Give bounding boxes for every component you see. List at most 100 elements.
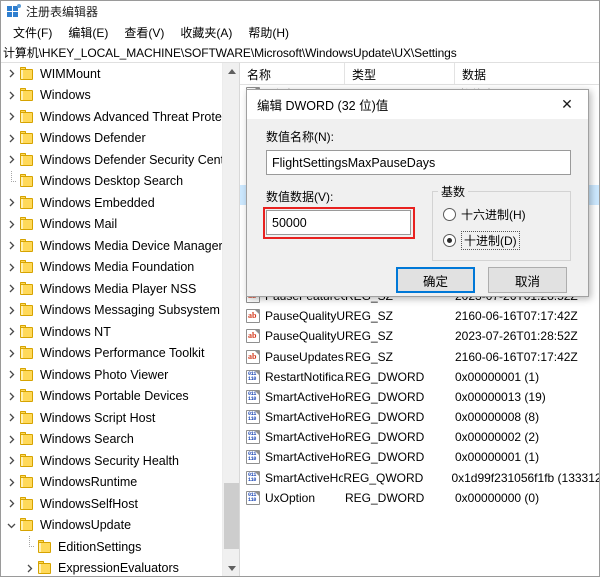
tree-item-windows-media-foundation[interactable]: Windows Media Foundation: [1, 257, 222, 279]
cell-name: 011110 SmartActiveHo...: [240, 470, 343, 485]
scroll-up-arrow[interactable]: [223, 63, 239, 80]
chevron-right-icon[interactable]: [3, 66, 19, 82]
tree-item-windows-mail[interactable]: Windows Mail: [1, 214, 222, 236]
folder-icon: [19, 453, 35, 468]
folder-icon: [37, 539, 53, 554]
list-column-headers: 名称 类型 数据: [240, 63, 599, 85]
chevron-right-icon[interactable]: [3, 388, 19, 404]
table-row[interactable]: 011 110 UxOption REG_DWORD 0x00000000 (0): [240, 488, 599, 508]
chevron-right-icon[interactable]: [3, 324, 19, 340]
chevron-right-icon[interactable]: [3, 87, 19, 103]
table-row[interactable]: ab PauseQualityU...REG_SZ 2023-07-26T01:28…: [240, 326, 599, 346]
menu-favorites[interactable]: 收藏夹(A): [172, 22, 240, 43]
chevron-right-icon[interactable]: [3, 496, 19, 512]
dword-value-icon: 011110: [246, 430, 260, 445]
chevron-right-icon[interactable]: [21, 560, 37, 576]
tree-item-windows-photo-viewer[interactable]: Windows Photo Viewer: [1, 364, 222, 386]
table-row[interactable]: 011110 SmartActiveHo...REG_QWORD 0x1d99f23…: [240, 468, 599, 488]
tree-item-wimmount[interactable]: WIMMount: [1, 63, 222, 85]
tree-item-label: WindowsRuntime: [40, 475, 138, 490]
chevron-right-icon[interactable]: [3, 367, 19, 383]
chevron-right-icon[interactable]: [3, 281, 19, 297]
edit-dword-dialog: 编辑 DWORD (32 位)值 ✕ 数值名称(N): 数值数据(V): 基数 …: [246, 89, 589, 297]
value-name-label: 数值名称(N):: [266, 130, 334, 144]
tree-item-windowsruntime[interactable]: WindowsRuntime: [1, 472, 222, 494]
tree-item-windows-defender[interactable]: Windows Defender: [1, 128, 222, 150]
tree-item-windowsselfhost[interactable]: WindowsSelfHost: [1, 493, 222, 515]
chevron-right-icon[interactable]: [3, 152, 19, 168]
tree-item-windows-security-health[interactable]: Windows Security Health: [1, 450, 222, 472]
tree-item-windows-script-host[interactable]: Windows Script Host: [1, 407, 222, 429]
chevron-right-icon[interactable]: [3, 238, 19, 254]
column-header-name[interactable]: 名称: [240, 63, 345, 84]
chevron-right-icon[interactable]: [3, 345, 19, 361]
chevron-right-icon[interactable]: [3, 453, 19, 469]
tree-item-windows-portable-devices[interactable]: Windows Portable Devices: [1, 386, 222, 408]
table-row[interactable]: 011 110 RestartNotifica... REG_DWORD 0x00000…: [240, 367, 599, 387]
radio-hexadecimal[interactable]: 十六进制(H): [443, 206, 526, 223]
chevron-right-icon[interactable]: [3, 259, 19, 275]
folder-icon: [19, 152, 35, 167]
menu-view[interactable]: 查看(V): [116, 22, 172, 43]
window-title: 注册表编辑器: [26, 4, 99, 19]
tree-item-label: Windows Mail: [40, 217, 118, 232]
folder-icon: [19, 217, 35, 231]
cell-data: 0x1d99f231056f1fb (133312: [451, 470, 599, 485]
tree-item-windowsupdate[interactable]: WindowsUpdate: [1, 515, 222, 537]
tree-item-windows-nt[interactable]: Windows NT: [1, 321, 222, 343]
cell-type: REG_SZ: [345, 309, 394, 324]
chevron-right-icon[interactable]: [3, 302, 19, 318]
chevron-right-icon[interactable]: [3, 109, 19, 125]
menubar: 文件(F) 编辑(E) 查看(V) 收藏夹(A) 帮助(H): [1, 21, 599, 43]
radio-decimal[interactable]: 十进制(D): [443, 231, 520, 250]
cancel-button[interactable]: 取消: [488, 267, 567, 293]
tree-item-windows-search[interactable]: Windows Search: [1, 429, 222, 451]
tree-item-windows-messaging-subsystem[interactable]: Windows Messaging Subsystem: [1, 300, 222, 322]
ok-button[interactable]: 确定: [396, 267, 475, 293]
tree-item-windows-media-device-manager[interactable]: Windows Media Device Manager: [1, 235, 222, 257]
table-row[interactable]: ab PauseQualityU...REG_SZ 2160-06-16T07:17…: [240, 306, 599, 326]
tree-scroll-thumb[interactable]: [224, 483, 239, 549]
value-name-input[interactable]: [266, 150, 571, 175]
chevron-right-icon[interactable]: [3, 195, 19, 211]
folder-icon: [19, 131, 35, 145]
table-row[interactable]: 011110 SmartActiveHo...REG_DWORD 0x0000000…: [240, 407, 599, 427]
tree-item-windows-desktop-search[interactable]: Windows Desktop Search: [1, 170, 222, 193]
column-header-data[interactable]: 数据: [455, 63, 599, 84]
folder-icon: [19, 389, 35, 403]
chevron-right-icon[interactable]: [3, 410, 19, 426]
table-row[interactable]: 011110 SmartActiveHo...REG_DWORD 0x0000000…: [240, 427, 599, 447]
chevron-right-icon[interactable]: [3, 216, 19, 232]
menu-file[interactable]: 文件(F): [5, 22, 60, 43]
chevron-right-icon[interactable]: [3, 474, 19, 490]
registry-tree[interactable]: WIMMount Windows Windows Advanced Threat P…: [1, 63, 222, 576]
cell-type: REG_DWORD: [345, 389, 425, 404]
table-row[interactable]: 011110 SmartActiveHo...REG_DWORD 0x0000001…: [240, 387, 599, 407]
chevron-down-icon[interactable]: [3, 517, 19, 533]
cell-name: 011110 SmartActiveHo...: [240, 450, 345, 465]
folder-icon: [19, 475, 35, 489]
column-header-type[interactable]: 类型: [345, 63, 455, 84]
close-icon[interactable]: ✕: [546, 91, 588, 119]
tree-item-editionsettings[interactable]: EditionSettings: [1, 536, 222, 558]
folder-icon: [19, 66, 35, 81]
tree-item-windows[interactable]: Windows: [1, 85, 222, 107]
tree-item-label: Windows Media Player NSS: [40, 281, 197, 296]
tree-item-windows-media-player-nss[interactable]: Windows Media Player NSS: [1, 278, 222, 300]
menu-edit[interactable]: 编辑(E): [60, 22, 116, 43]
table-row[interactable]: 011110 SmartActiveHo...REG_DWORD 0x0000000…: [240, 447, 599, 467]
chevron-right-icon[interactable]: [3, 130, 19, 146]
tree-item-windows-performance-toolkit[interactable]: Windows Performance Toolkit: [1, 343, 222, 365]
tree-item-expressionevaluators[interactable]: ExpressionEvaluators: [1, 558, 222, 577]
tree-item-windows-embedded[interactable]: Windows Embedded: [1, 192, 222, 214]
scroll-down-arrow[interactable]: [223, 559, 239, 576]
tree-item-windows-defender-security-center[interactable]: Windows Defender Security Center: [1, 149, 222, 171]
tree-vertical-scrollbar[interactable]: [222, 63, 239, 576]
tree-item-windows-advanced-threat-protection[interactable]: Windows Advanced Threat Protection: [1, 106, 222, 128]
table-row[interactable]: ab PauseUpdates... REG_SZ 2160-06-16T07:17:…: [240, 346, 599, 366]
address-bar[interactable]: 计算机\HKEY_LOCAL_MACHINE\SOFTWARE\Microsof…: [1, 43, 599, 63]
value-data-input[interactable]: [266, 210, 411, 235]
value-name: SmartActiveHo...: [265, 389, 345, 404]
chevron-right-icon[interactable]: [3, 431, 19, 447]
menu-help[interactable]: 帮助(H): [240, 22, 297, 43]
